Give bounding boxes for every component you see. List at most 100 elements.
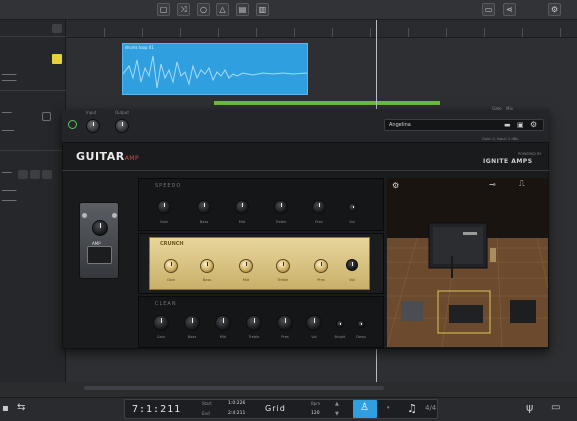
pedal-knob[interactable] xyxy=(92,220,108,236)
amp2-treble-knob[interactable] xyxy=(276,259,290,273)
solo-icon[interactable] xyxy=(30,170,40,179)
track-label: ━━━━ xyxy=(2,110,12,115)
amp3-presence-knob[interactable] xyxy=(277,315,293,331)
amp1-treble-knob[interactable] xyxy=(274,200,288,214)
track-label: ━━━━━━ xyxy=(2,198,17,203)
chevron-down-icon[interactable]: ▾ xyxy=(387,405,390,411)
region-bar[interactable] xyxy=(214,101,440,105)
loop-icon[interactable]: ○ xyxy=(197,3,210,16)
ruler-tick xyxy=(408,28,409,37)
knob-label: Gain xyxy=(166,278,176,282)
share-icon[interactable]: ⋖ xyxy=(503,3,516,16)
amp3-deep-switch[interactable] xyxy=(357,320,365,328)
amp1-bass-knob[interactable] xyxy=(197,200,211,214)
settings-icon[interactable]: ⚙ xyxy=(548,3,561,16)
metronome-icon[interactable]: △ xyxy=(216,3,229,16)
audio-clip[interactable]: drums loop 01 xyxy=(122,43,308,95)
horizontal-scrollbar[interactable] xyxy=(84,386,384,390)
knob-label: Vol xyxy=(349,220,355,224)
shuffle-icon[interactable]: ⤨ xyxy=(177,3,190,16)
preset-selector[interactable]: Angelina ▬ ▣ ⚙ xyxy=(384,119,544,131)
knob-label: Treble xyxy=(275,220,287,224)
input-knob[interactable] xyxy=(86,119,100,133)
amp2-volume-knob[interactable] xyxy=(346,259,358,271)
mute-icon[interactable] xyxy=(18,170,28,179)
amp2-presence-knob[interactable] xyxy=(314,259,328,273)
divider xyxy=(0,90,66,91)
music-notes-icon[interactable]: ♫ xyxy=(407,402,417,415)
edit-icon[interactable] xyxy=(42,112,51,121)
input-label: Input xyxy=(86,110,97,115)
save-icon[interactable]: ▣ xyxy=(517,121,524,129)
playhead-position[interactable]: 7:1:211 xyxy=(132,404,181,415)
amp2-gain-knob[interactable] xyxy=(164,259,178,273)
power-icon[interactable] xyxy=(68,120,77,129)
amp-name: CRUNCH xyxy=(160,241,184,247)
amp3-gain-knob[interactable] xyxy=(153,315,169,331)
knob-label: Treble xyxy=(248,335,260,339)
monitor-icon[interactable] xyxy=(42,170,52,179)
knob-label: Gain xyxy=(159,220,169,224)
pedal-label: AMP xyxy=(92,241,101,246)
plugin-header: Input Output Gate Mix Angelina ▬ ▣ ⚙ Gai… xyxy=(62,106,549,143)
amp3-bright-switch[interactable] xyxy=(336,320,344,328)
amp3-bass-knob[interactable] xyxy=(184,315,200,331)
amp-name: SPEEDO xyxy=(155,183,182,189)
track-panel: ━━━━━━ ━━━━━━ ━━━━ ━━━━━ ━━━━ ━━━━━━ ━━━… xyxy=(0,20,66,382)
amp3-mid-knob[interactable] xyxy=(215,315,231,331)
record-icon[interactable]: ▪ xyxy=(2,403,9,414)
cabinet-room-view[interactable]: ⚙ ⊸ ⎍ xyxy=(386,178,549,348)
screen-icon[interactable]: ▭ xyxy=(551,402,560,413)
gear-icon[interactable] xyxy=(52,24,62,33)
knob-label: Bass xyxy=(202,278,212,282)
ruler-tick xyxy=(560,28,561,37)
start-value[interactable]: 1:0:226 xyxy=(228,401,245,406)
amp1-presence-knob[interactable] xyxy=(312,200,326,214)
select-tool-icon[interactable]: ▢ xyxy=(157,3,170,16)
knob-label: Treble xyxy=(277,278,289,282)
time-signature[interactable]: 4/4 xyxy=(425,404,436,412)
divider xyxy=(0,36,66,37)
waveform xyxy=(123,55,307,89)
loop-icon[interactable]: ⇆ xyxy=(17,402,25,413)
amp1-volume-knob[interactable] xyxy=(348,203,357,212)
logo-sub: AMP xyxy=(124,155,140,162)
tempo-up-icon[interactable]: ▲ xyxy=(335,401,339,407)
amp1-gain-knob[interactable] xyxy=(157,200,171,214)
chart-icon[interactable]: ▥ xyxy=(256,3,269,16)
bpm-value[interactable]: 120 xyxy=(311,411,320,416)
amp2-bass-knob[interactable] xyxy=(200,259,214,273)
microphone-icon[interactable]: ⊸ xyxy=(489,180,496,189)
logo: GUITARAMP xyxy=(76,150,139,163)
amp2-mid-knob[interactable] xyxy=(239,259,253,273)
knob-label: Gain xyxy=(156,335,166,339)
record-arm-icon[interactable] xyxy=(52,54,62,64)
ruler-tick xyxy=(446,28,447,37)
preset-name: Angelina xyxy=(389,122,411,128)
amp-name: CLEAN xyxy=(155,301,177,307)
output-knob[interactable] xyxy=(115,119,129,133)
knob-label: Mid xyxy=(238,220,246,224)
pedal-screw xyxy=(82,213,87,218)
timeline-ruler[interactable] xyxy=(66,20,577,38)
amp-pedal[interactable]: AMP xyxy=(79,202,119,279)
grid-label[interactable]: Grid xyxy=(265,404,286,413)
amp3-treble-knob[interactable] xyxy=(246,315,262,331)
folder-icon[interactable]: ▬ xyxy=(504,121,511,129)
usb-icon[interactable]: ψ xyxy=(526,401,533,414)
top-toolbar: ▢ ⤨ ○ △ ▤ ▥ ▭ ⋖ ⚙ xyxy=(0,0,577,20)
ruler-tick xyxy=(332,28,333,37)
amp1-mid-knob[interactable] xyxy=(235,200,249,214)
settings-icon[interactable]: ⚙ xyxy=(392,181,399,190)
tempo-down-icon[interactable]: ▼ xyxy=(335,411,339,417)
end-value[interactable]: 2:4:211 xyxy=(228,411,245,416)
metronome-button[interactable]: ♙ xyxy=(353,400,377,418)
mixer-icon[interactable]: ▤ xyxy=(236,3,249,16)
gear-icon[interactable]: ⚙ xyxy=(530,120,537,129)
amp3-volume-knob[interactable] xyxy=(306,315,322,331)
knob-label: Mid xyxy=(242,278,250,282)
pedal-footswitch[interactable] xyxy=(87,246,112,264)
preset-subtitle: Gain: 0, Input: 2 dBu xyxy=(482,137,519,141)
export-icon[interactable]: ▭ xyxy=(482,3,495,16)
microphone-icon[interactable]: ⎍ xyxy=(519,179,525,189)
